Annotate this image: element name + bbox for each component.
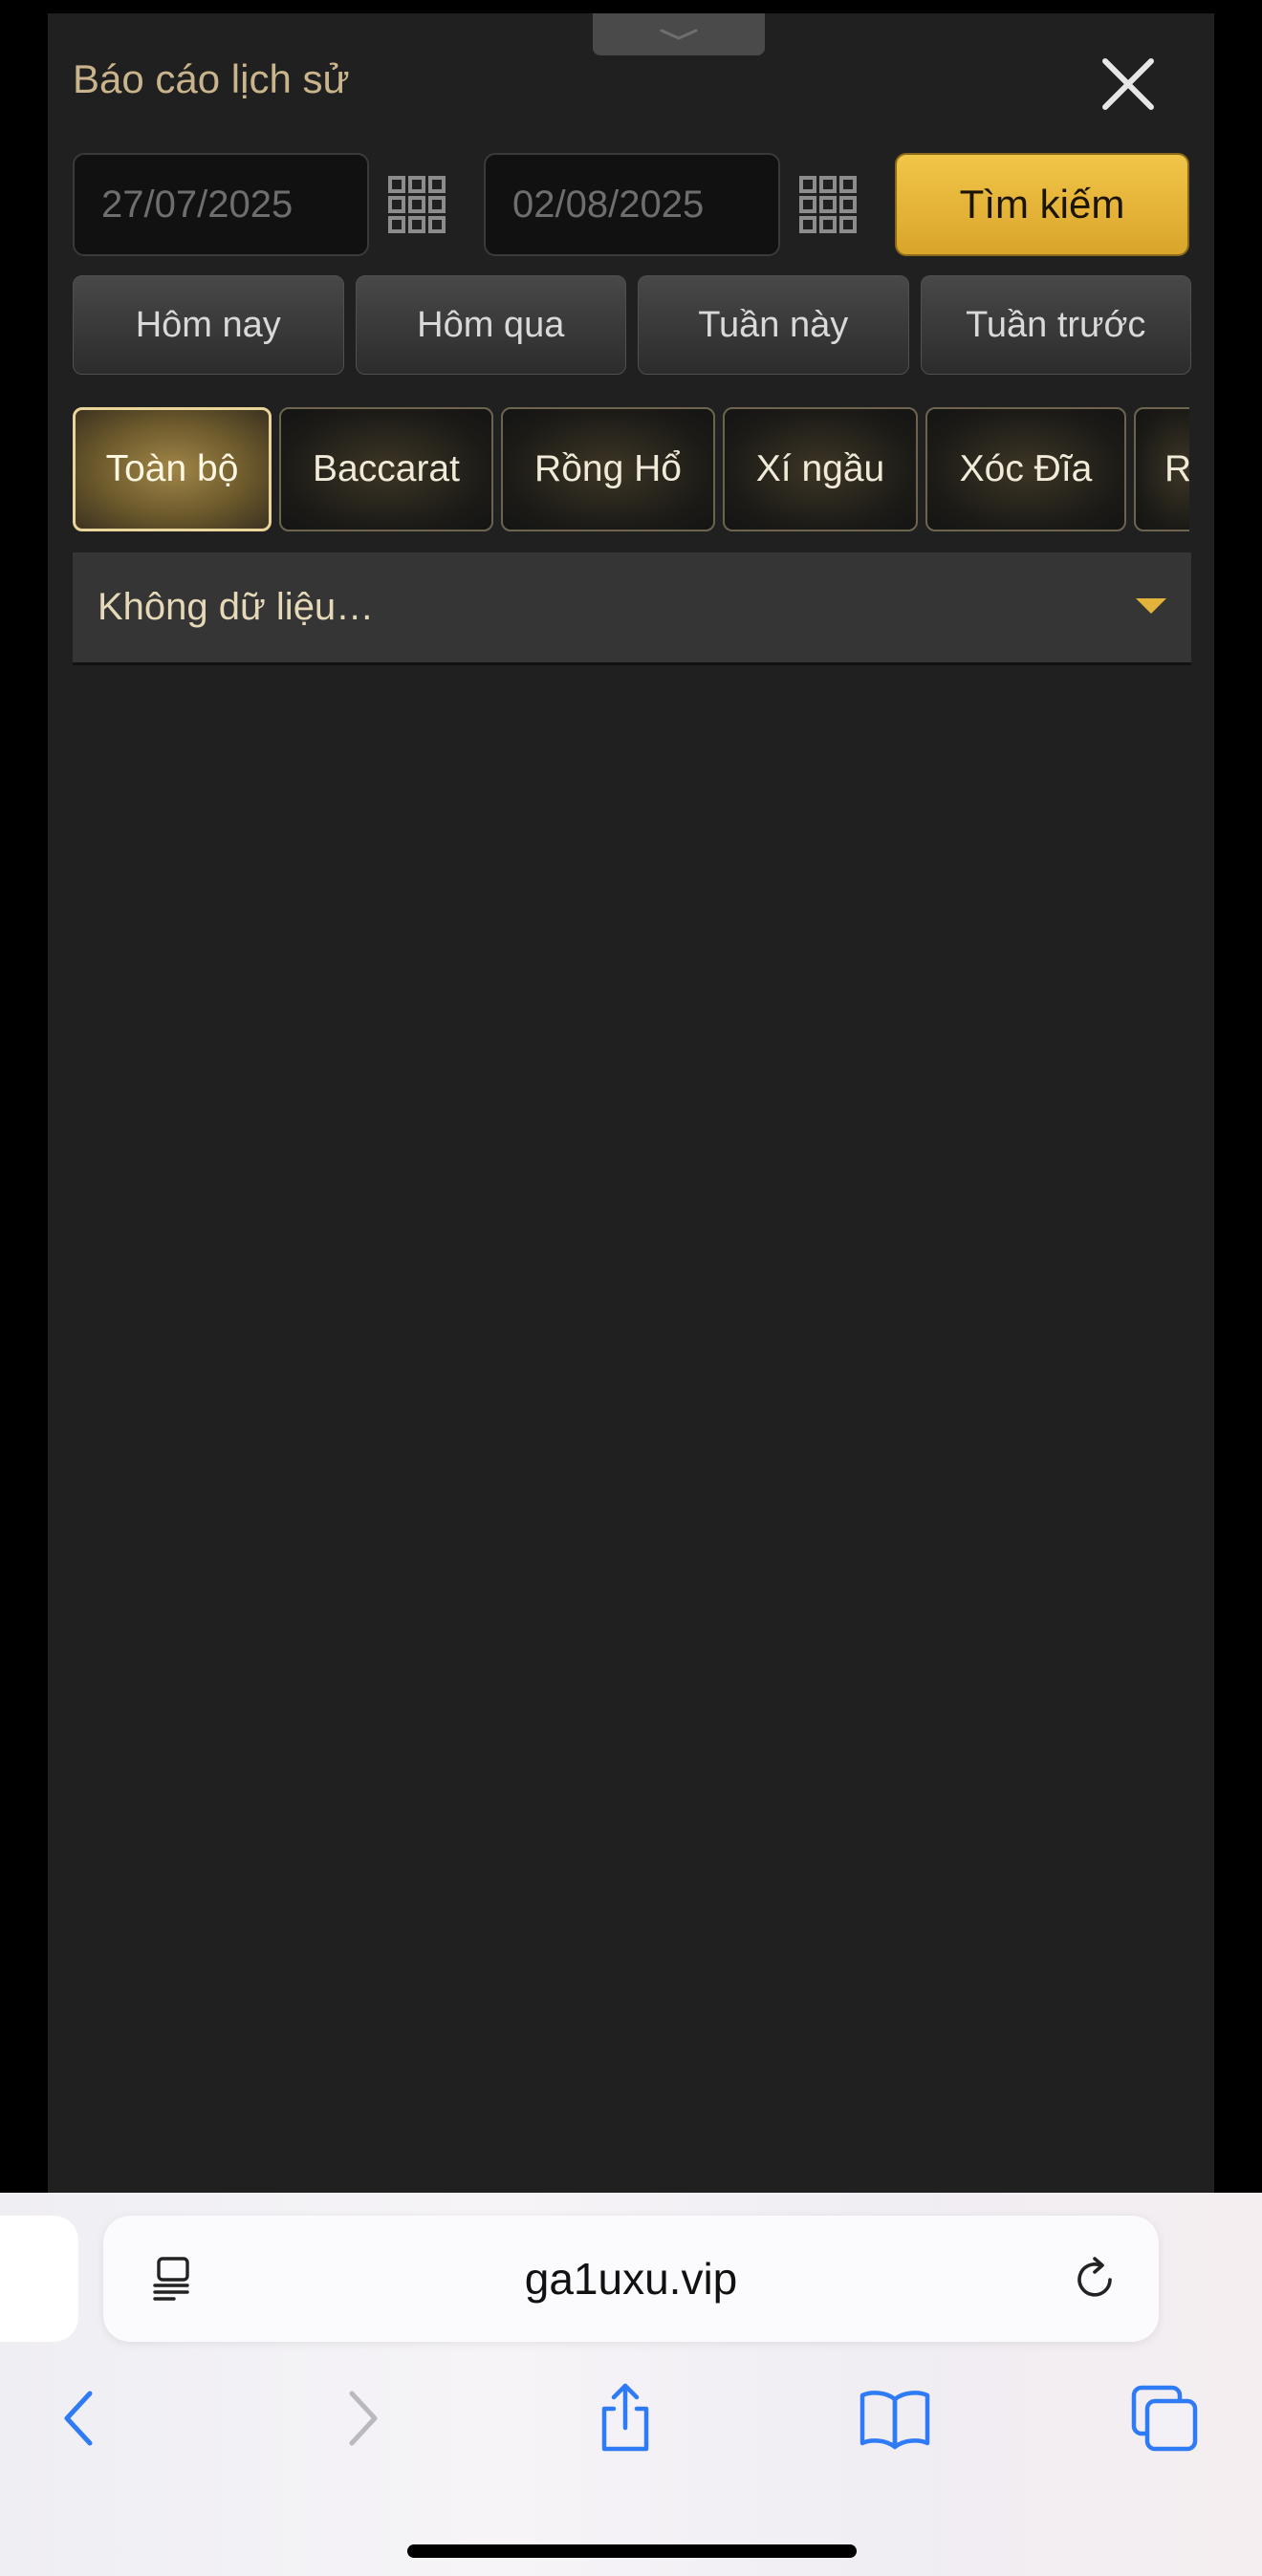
forward-icon[interactable] xyxy=(321,2380,398,2457)
category-track: Toàn bộ Baccarat Rồng Hổ Xí ngầu Xóc Đĩa… xyxy=(73,400,1189,539)
url-text: ga1uxu.vip xyxy=(524,2254,738,2304)
tab-partial[interactable]: R xyxy=(1134,407,1189,531)
previous-tab-stub[interactable] xyxy=(0,2216,78,2342)
collapse-handle[interactable] xyxy=(593,13,765,55)
range-this-week-button[interactable]: Tuần này xyxy=(638,275,909,375)
address-bar[interactable]: ga1uxu.vip xyxy=(103,2216,1159,2342)
quick-range-row: Hôm nay Hôm qua Tuần này Tuần trước xyxy=(73,275,1191,375)
date-from-field[interactable] xyxy=(73,153,369,256)
date-to-field[interactable] xyxy=(484,153,780,256)
close-button[interactable] xyxy=(1086,42,1170,126)
browser-toolbar: ga1uxu.vip xyxy=(0,2193,1262,2576)
tab-baccarat[interactable]: Baccarat xyxy=(279,407,493,531)
bookmarks-icon[interactable] xyxy=(857,2380,933,2457)
range-yesterday-button[interactable]: Hôm qua xyxy=(355,275,626,375)
calendar-grid-icon[interactable] xyxy=(386,174,447,235)
results-dropdown[interactable]: Không dữ liệu… xyxy=(73,552,1191,665)
dropdown-label: Không dữ liệu… xyxy=(98,586,375,628)
screen: Báo cáo lịch sử Tìm kiếm Hôm nay xyxy=(0,0,1262,2576)
tab-dragon-tiger[interactable]: Rồng Hổ xyxy=(501,407,715,531)
tab-dice[interactable]: Xí ngầu xyxy=(723,407,918,531)
caret-down-icon xyxy=(1136,598,1166,614)
range-today-button[interactable]: Hôm nay xyxy=(73,275,344,375)
chevron-down-icon xyxy=(660,29,698,40)
tab-xoc-dia[interactable]: Xóc Đĩa xyxy=(925,407,1126,531)
category-tabs[interactable]: Toàn bộ Baccarat Rồng Hổ Xí ngầu Xóc Đĩa… xyxy=(73,400,1189,539)
range-last-week-button[interactable]: Tuần trước xyxy=(920,275,1191,375)
reload-icon[interactable] xyxy=(1069,2254,1121,2305)
calendar-grid-icon[interactable] xyxy=(797,174,859,235)
tab-all[interactable]: Toàn bộ xyxy=(73,407,272,531)
tabs-icon[interactable] xyxy=(1126,2380,1203,2457)
history-report-panel: Báo cáo lịch sử Tìm kiếm Hôm nay xyxy=(48,13,1214,2193)
search-button[interactable]: Tìm kiếm xyxy=(895,153,1189,256)
share-icon[interactable] xyxy=(587,2380,664,2457)
back-icon[interactable] xyxy=(44,2380,120,2457)
home-indicator xyxy=(407,2544,857,2558)
close-icon xyxy=(1102,58,1154,110)
page-title: Báo cáo lịch sử xyxy=(73,56,350,101)
